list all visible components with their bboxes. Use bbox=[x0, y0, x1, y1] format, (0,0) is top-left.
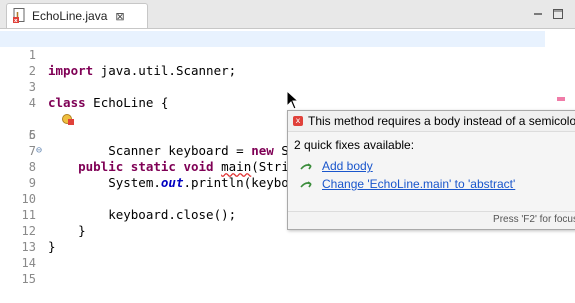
svg-text:x: x bbox=[14, 18, 18, 24]
error-marker-icon[interactable] bbox=[2, 97, 75, 125]
focus-hint: Press 'F2' for focus bbox=[493, 214, 575, 225]
minimize-icon[interactable] bbox=[532, 5, 544, 17]
popup-footer: Press 'F2' for focus bbox=[288, 211, 575, 229]
quick-fix-add-body[interactable]: Add body bbox=[300, 159, 373, 173]
code-line-2[interactable]: 2 bbox=[0, 47, 575, 78]
quick-fixes-label: 2 quick fixes available: bbox=[294, 138, 415, 152]
tab-echoline-java[interactable]: J x EchoLine.java ⊠ bbox=[6, 3, 148, 28]
popup-header: x This method requires a body instead of… bbox=[288, 111, 575, 132]
quick-fix-icon bbox=[300, 179, 312, 189]
close-icon[interactable]: ⊠ bbox=[115, 10, 124, 23]
quick-fix-icon bbox=[300, 161, 312, 171]
java-file-error-icon: J x bbox=[13, 8, 27, 24]
error-icon: x bbox=[293, 116, 303, 126]
code-line-14[interactable]: 14 bbox=[0, 239, 575, 270]
tab-bar: J x EchoLine.java ⊠ bbox=[0, 0, 575, 29]
code-line-15[interactable]: 15 bbox=[0, 255, 575, 286]
maximize-icon[interactable] bbox=[552, 5, 564, 19]
change-to-abstract-link[interactable]: Change 'EchoLine.main' to 'abstract' bbox=[322, 177, 515, 191]
line-number: 15 bbox=[21, 272, 36, 286]
hover-problem-popup: x This method requires a body instead of… bbox=[287, 110, 575, 230]
quick-fix-make-abstract[interactable]: Change 'EchoLine.main' to 'abstract' bbox=[300, 177, 515, 191]
code-line-1[interactable]: 1 import java.util.Scanner; bbox=[0, 31, 545, 78]
code-line-3[interactable]: 3 class EchoLine { bbox=[0, 63, 575, 110]
editor-window: J x EchoLine.java ⊠ 1 import java.util.S… bbox=[0, 0, 575, 286]
mouse-pointer-icon bbox=[286, 89, 300, 110]
error-overview-mark[interactable] bbox=[557, 97, 565, 101]
tab-label: EchoLine.java bbox=[32, 9, 108, 23]
error-message: This method requires a body instead of a… bbox=[308, 114, 575, 128]
add-body-link[interactable]: Add body bbox=[322, 159, 373, 173]
